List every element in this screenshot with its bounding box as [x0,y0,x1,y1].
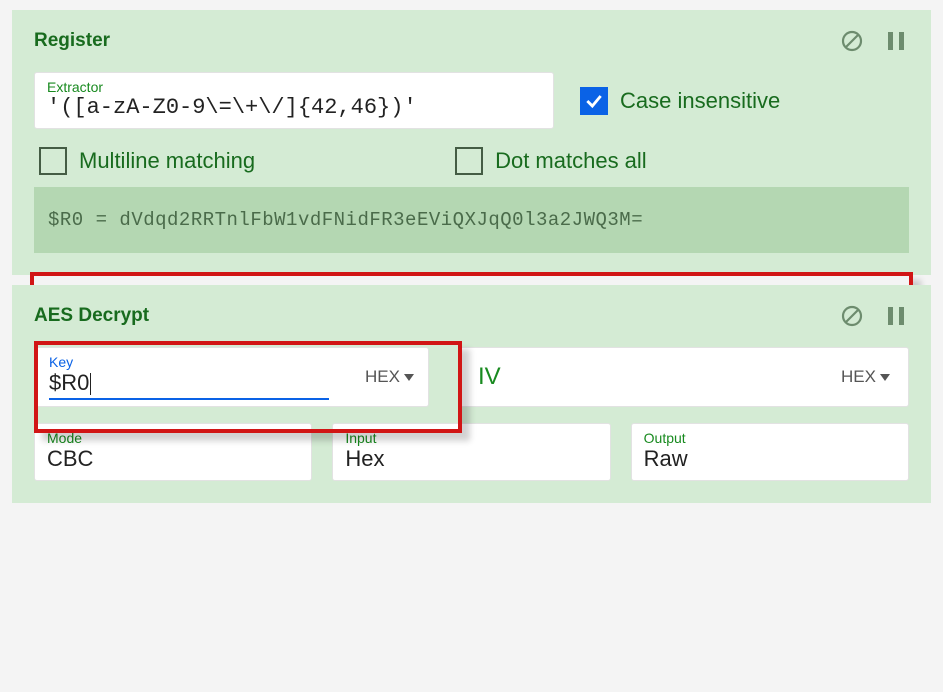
input-format-field[interactable]: Input Hex [332,423,610,481]
output-format-value: Raw [644,446,896,472]
register-title: Register [34,30,110,52]
aes-header: AES Decrypt [34,303,909,329]
mode-field[interactable]: Mode CBC [34,423,312,481]
dotall-label: Dot matches all [495,148,647,174]
checkbox-empty-icon [39,147,67,175]
pause-icon[interactable] [883,28,909,54]
multiline-label: Multiline matching [79,148,255,174]
key-format-value: HEX [365,367,400,387]
key-format-dropdown[interactable]: HEX [365,367,414,387]
checkbox-checked-icon [580,87,608,115]
register-actions [839,28,909,54]
register-output: $R0 = dVdqd2RRTnlFbW1vdFNidFR3eEViQXJqQ0… [34,187,909,253]
key-field[interactable]: Key $R0 HEX [34,347,429,407]
aes-row1: Key $R0 HEX IV HEX [34,347,909,407]
aes-row2: Mode CBC Input Hex Output Raw [34,423,909,481]
output-format-label: Output [644,430,896,446]
extractor-value[interactable]: '([a-zA-Z0-9\=\+\/]{42,46})' [47,95,541,120]
output-format-field[interactable]: Output Raw [631,423,909,481]
register-row2: Multiline matching Dot matches all [34,147,909,175]
mode-label: Mode [47,430,299,446]
disable-icon[interactable] [839,28,865,54]
register-row1: Extractor '([a-zA-Z0-9\=\+\/]{42,46})' C… [34,72,909,129]
pause-icon[interactable] [883,303,909,329]
input-format-value: Hex [345,446,597,472]
extractor-field[interactable]: Extractor '([a-zA-Z0-9\=\+\/]{42,46})' [34,72,554,129]
key-input: $R0 [49,370,91,397]
register-header: Register [34,28,909,54]
extractor-label: Extractor [47,79,541,95]
caret-down-icon [404,374,414,381]
operation-register: Register Extractor '([a-zA-Z0-9\=\+\/]{4… [12,10,931,275]
disable-icon[interactable] [839,303,865,329]
focus-underline [49,398,329,400]
case-insensitive-checkbox[interactable]: Case insensitive [580,87,780,115]
mode-value: CBC [47,446,299,472]
multiline-checkbox[interactable]: Multiline matching [39,147,255,175]
case-insensitive-label: Case insensitive [620,88,780,114]
iv-label: IV [478,363,501,391]
operation-aes-decrypt: AES Decrypt Key $R0 HEX [12,285,931,503]
iv-format-value: HEX [841,367,876,387]
checkbox-empty-icon [455,147,483,175]
input-format-label: Input [345,430,597,446]
dotall-checkbox[interactable]: Dot matches all [455,147,647,175]
aes-title: AES Decrypt [34,305,149,327]
caret-down-icon [880,374,890,381]
text-caret-icon [90,373,91,395]
iv-format-dropdown[interactable]: HEX [841,367,890,387]
key-label: Key [49,354,365,370]
iv-field[interactable]: IV HEX [459,347,909,407]
aes-actions [839,303,909,329]
